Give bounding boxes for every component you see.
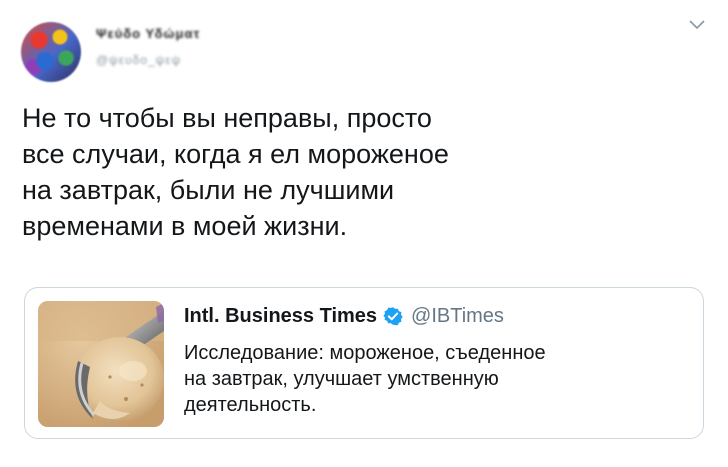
tweet-text-line: на завтрак, были не лучшими <box>22 175 395 205</box>
author-name[interactable]: Ψεύδο Υδώματ <box>96 26 200 41</box>
quoted-tweet-text: Исследование: мороженое, съеденное на за… <box>184 340 684 418</box>
ice-cream-scoop-photo <box>38 301 164 427</box>
chevron-down-icon <box>689 20 705 30</box>
tweet-text-line: Не то чтобы вы неправы, просто <box>22 103 432 133</box>
author-avatar[interactable] <box>21 22 81 82</box>
tweet-text-line: все случаи, когда я ел мороженое <box>22 139 449 169</box>
quoted-tweet-card[interactable]: Intl. Business Times @IBTimes Исследован… <box>24 287 704 439</box>
author-handle[interactable]: @ψευδο_ψεψ <box>96 53 181 67</box>
tweet-menu-button[interactable] <box>684 12 710 38</box>
quoted-text-line: деятельность. <box>184 394 317 416</box>
verified-badge-icon <box>383 307 403 326</box>
tweet-text-line: временами в моей жизни. <box>22 211 348 241</box>
tweet-text: Не то чтобы вы неправы, просто все случа… <box>22 100 582 244</box>
tweet-card: Ψεύδο Υδώματ @ψευδο_ψεψ Не то чтобы вы н… <box>0 0 728 467</box>
quoted-author-name[interactable]: Intl. Business Times <box>184 305 377 328</box>
quoted-author-handle[interactable]: @IBTimes <box>411 305 504 328</box>
quoted-tweet-header: Intl. Business Times @IBTimes <box>184 303 504 329</box>
quoted-tweet-image <box>38 301 164 427</box>
quoted-text-line: Исследование: мороженое, съеденное <box>184 342 546 364</box>
quoted-text-line: на завтрак, улучшает умственную <box>184 368 499 390</box>
